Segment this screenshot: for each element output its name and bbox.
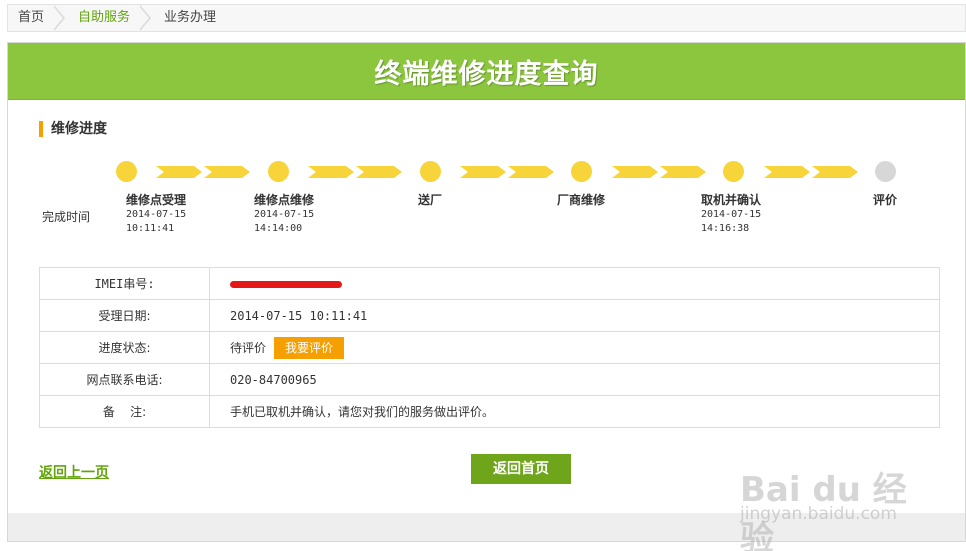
step-1: 维修点受理 2014-07-15 10:11:41 xyxy=(126,193,186,236)
step-6: 评价 xyxy=(873,193,897,208)
home-button[interactable]: 返回首页 xyxy=(471,454,571,484)
phone-label: 网点联系电话: xyxy=(39,363,210,396)
page-title: 终端维修进度查询 xyxy=(374,58,599,90)
back-link[interactable]: 返回上一页 xyxy=(39,462,109,482)
step-name: 维修点受理 xyxy=(126,193,187,207)
step-name: 厂商维修 xyxy=(557,193,606,207)
step-dot-1 xyxy=(116,161,137,182)
imei-label: IMEI串号: xyxy=(39,267,210,300)
step-date: 2014-07-15 xyxy=(254,209,315,220)
arrow-icon xyxy=(460,166,506,178)
arrow-icon xyxy=(612,166,658,178)
step-3: 送厂 xyxy=(418,193,442,208)
table-row: 进度状态: 待评价 我要评价 xyxy=(39,331,940,364)
step-5: 取机并确认 2014-07-15 14:16:38 xyxy=(701,193,761,236)
status-label: 进度状态: xyxy=(39,331,210,364)
date-label: 受理日期: xyxy=(39,299,210,332)
table-row: IMEI串号: xyxy=(39,267,940,300)
breadcrumb-separator xyxy=(139,5,154,31)
step-time: 14:14:00 xyxy=(254,223,303,234)
arrow-icon xyxy=(508,166,554,178)
status-cell: 待评价 我要评价 xyxy=(209,331,940,364)
table-row: 备 注: 手机已取机并确认，请您对我们的服务做出评价。 xyxy=(39,395,940,428)
arrow-icon xyxy=(812,166,858,178)
section-title: 维修进度 xyxy=(39,121,107,137)
step-dot-6 xyxy=(875,161,896,182)
arrow-icon xyxy=(764,166,810,178)
step-name: 维修点维修 xyxy=(254,193,315,207)
step-name: 评价 xyxy=(873,193,898,207)
breadcrumb-home[interactable]: 首页 xyxy=(8,5,54,31)
arrow-icon xyxy=(660,166,706,178)
note-label: 备 注: xyxy=(39,395,210,428)
step-2: 维修点维修 2014-07-15 14:14:00 xyxy=(254,193,314,236)
arrow-icon xyxy=(308,166,354,178)
step-time: 10:11:41 xyxy=(126,223,175,234)
arrow-icon xyxy=(356,166,402,178)
note-value: 手机已取机并确认，请您对我们的服务做出评价。 xyxy=(209,395,940,428)
table-row: 网点联系电话: 020-84700965 xyxy=(39,363,940,396)
rate-button[interactable]: 我要评价 xyxy=(274,336,345,359)
step-dot-3 xyxy=(420,161,441,182)
step-4: 厂商维修 xyxy=(557,193,605,208)
progress-tracker: 完成时间 维修点受理 2014-07-15 10:11:41 维修点维修 201… xyxy=(8,153,966,243)
step-name: 取机并确认 xyxy=(701,193,762,207)
info-table: IMEI串号: 受理日期: 2014-07-15 10:11:41 进度状态: … xyxy=(39,267,940,428)
date-value: 2014-07-15 10:11:41 xyxy=(209,299,940,332)
step-name: 送厂 xyxy=(418,193,443,207)
table-row: 受理日期: 2014-07-15 10:11:41 xyxy=(39,299,940,332)
status-value: 待评价 xyxy=(230,340,267,355)
step-dot-5 xyxy=(723,161,744,182)
step-date: 2014-07-15 xyxy=(701,209,762,220)
phone-value: 020-84700965 xyxy=(209,363,940,396)
watermark: Bai du 经验 jingyan.baidu.com xyxy=(740,452,918,551)
step-dot-4 xyxy=(571,161,592,182)
arrow-icon xyxy=(156,166,202,178)
step-dot-2 xyxy=(268,161,289,182)
step-time: 14:16:38 xyxy=(701,223,750,234)
watermark-url: jingyan.baidu.com xyxy=(740,504,897,524)
imei-value xyxy=(209,267,940,300)
breadcrumb-self-service[interactable]: 自助服务 xyxy=(68,5,140,31)
breadcrumb-business[interactable]: 业务办理 xyxy=(154,5,226,31)
redaction-mark xyxy=(230,280,342,288)
arrow-icon xyxy=(204,166,250,178)
step-date: 2014-07-15 xyxy=(126,209,187,220)
breadcrumb: 首页 自助服务 业务办理 xyxy=(7,4,966,32)
banner: 终端维修进度查询 xyxy=(8,43,965,100)
complete-time-label: 完成时间 xyxy=(42,210,91,224)
breadcrumb-separator xyxy=(53,5,68,31)
